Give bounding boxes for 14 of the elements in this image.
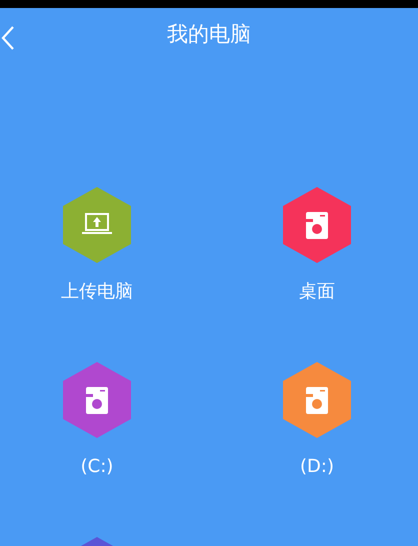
page-title: 我的电脑	[167, 21, 251, 48]
drive-tile[interactable]	[63, 362, 131, 438]
drive-label: 桌面	[299, 280, 335, 304]
hard-drive-icon	[306, 212, 328, 239]
drive-label: 上传电脑	[61, 280, 133, 304]
drive-label: (D:)	[300, 455, 334, 479]
drive-tile[interactable]	[283, 187, 351, 263]
drive-tile[interactable]	[283, 362, 351, 438]
drive-tile[interactable]	[63, 187, 131, 263]
hard-drive-icon	[306, 387, 328, 414]
hard-drive-icon	[86, 387, 108, 414]
drive-label: (C:)	[80, 455, 114, 479]
laptop-icon	[82, 213, 112, 234]
back-icon[interactable]	[0, 25, 16, 51]
